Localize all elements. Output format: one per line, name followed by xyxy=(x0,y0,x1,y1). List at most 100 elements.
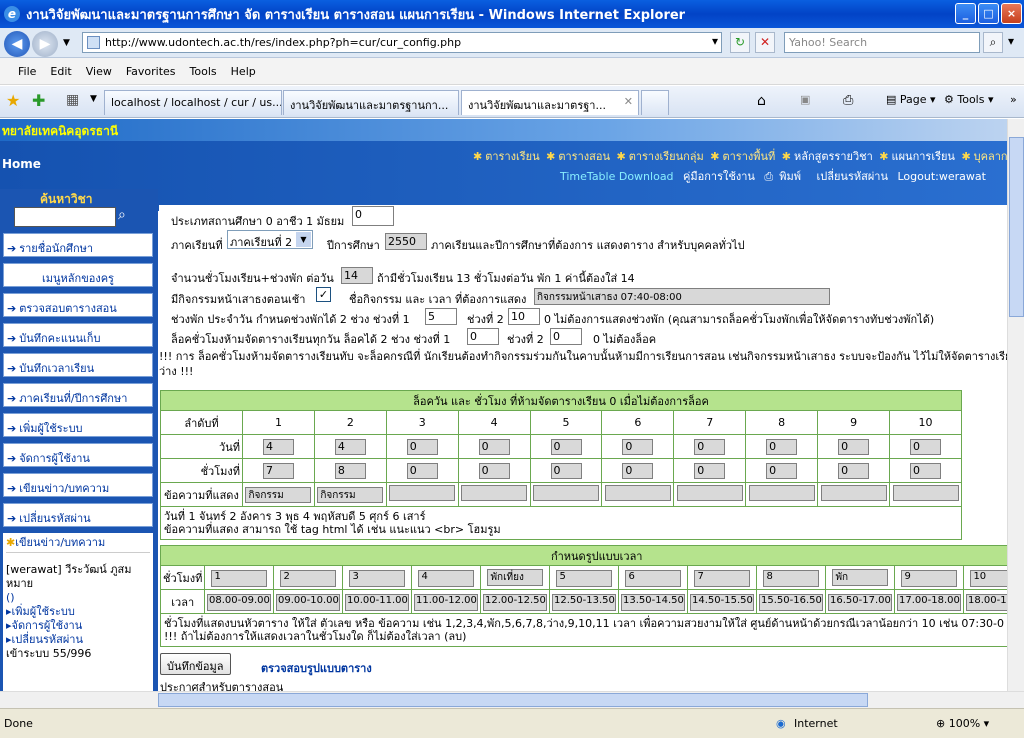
schedule-hour-input[interactable]: 5 xyxy=(556,569,613,587)
manual-link[interactable]: คู่มือการใช้งาน xyxy=(683,170,755,183)
schedule-hour-input[interactable]: 1 xyxy=(211,569,268,587)
sidebar-item-semester[interactable]: ➔ ภาคเรียนที่/ปีการศึกษา xyxy=(3,383,153,407)
print-link[interactable]: ⎙ พิมพ์ xyxy=(764,170,807,183)
break1-input[interactable]: 5 xyxy=(425,308,457,325)
address-field[interactable]: http://www.udontech.ac.th/res/index.php?… xyxy=(82,32,722,53)
schedule-time-input[interactable]: 10.00-11.00 xyxy=(345,593,410,611)
page-menu[interactable]: ▤ Page ▾ xyxy=(886,93,936,106)
schedule-time-input[interactable]: 12.00-12.50 xyxy=(483,593,548,611)
schedule-time-input[interactable]: 15.50-16.50 xyxy=(759,593,824,611)
sidebar-item-change-password[interactable]: ➔ เปลี่ยนรหัสผ่าน xyxy=(3,503,153,527)
schedule-time-input[interactable]: 17.00-18.00 xyxy=(897,593,962,611)
forward-button[interactable]: ▶ xyxy=(32,31,58,57)
schedule-hour-input[interactable]: 10 xyxy=(970,569,1007,587)
lock-day-input[interactable]: 0 xyxy=(838,438,870,455)
lock-day-input[interactable]: 4 xyxy=(262,438,294,455)
timetable-download-link[interactable]: TimeTable Download xyxy=(560,170,674,183)
schedule-time-input[interactable]: 08.00-09.00 xyxy=(207,593,272,611)
search-options-icon[interactable]: ▾ xyxy=(1003,32,1019,53)
lock-msg-input[interactable] xyxy=(604,485,671,501)
quick-tabs-icon[interactable]: ▦ xyxy=(66,92,79,108)
break2-input[interactable]: 10 xyxy=(508,308,540,325)
refresh-icon[interactable]: ↻ xyxy=(730,32,750,53)
lock-hour-input[interactable]: 7 xyxy=(262,462,294,479)
sidebar-item-students[interactable]: ➔ รายชื่อนักศึกษา xyxy=(3,233,153,257)
vertical-scrollbar[interactable] xyxy=(1007,119,1024,691)
topmenu-curriculum[interactable]: ✱ หลักสูตรรายวิชา xyxy=(782,150,873,163)
check-format-link[interactable]: ตรวจสอบรูปแบบตาราง xyxy=(261,659,372,677)
menu-tools[interactable]: Tools xyxy=(190,65,217,78)
lock-msg-input[interactable] xyxy=(820,485,887,501)
maximize-button[interactable]: □ xyxy=(978,3,999,24)
lock-msg-input[interactable] xyxy=(461,485,528,501)
home-icon[interactable]: ⌂ xyxy=(757,93,766,109)
schedule-hour-input[interactable]: 4 xyxy=(418,569,475,587)
feeds-icon[interactable]: ▣ xyxy=(800,93,810,106)
lock-msg-input[interactable]: กิจกรรม xyxy=(317,486,384,503)
lock-hour-input[interactable]: 0 xyxy=(478,462,510,479)
print-icon[interactable]: ⎙ xyxy=(843,93,853,108)
sidebar-item-check-schedule[interactable]: ➔ ตรวจสอบตารางสอน xyxy=(3,293,153,317)
schedule-hour-input[interactable]: 7 xyxy=(694,569,751,587)
schedule-hour-input[interactable]: พัก xyxy=(832,569,889,586)
schedule-time-input[interactable]: 14.50-15.50 xyxy=(690,593,755,611)
schedule-time-input[interactable]: 11.00-12.00 xyxy=(414,593,479,611)
scroll-thumb[interactable] xyxy=(1009,137,1024,317)
year-input[interactable]: 2550 xyxy=(385,233,427,250)
menu-view[interactable]: View xyxy=(86,65,112,78)
toolbar-more-icon[interactable]: » xyxy=(1010,93,1017,106)
lock-hour-input[interactable]: 8 xyxy=(334,462,366,479)
menu-file[interactable]: File xyxy=(18,65,36,78)
topmenu-timetable[interactable]: ✱ ตารางเรียน xyxy=(473,150,540,163)
address-dropdown-icon[interactable]: ▾ xyxy=(705,32,725,53)
semester-select[interactable]: ภาคเรียนที่ 2 ▼ xyxy=(227,230,313,249)
tab-list-icon[interactable]: ▼ xyxy=(90,94,97,104)
save-button[interactable]: บันทึกข้อมูล xyxy=(160,653,231,675)
favorites-star-icon[interactable]: ★ xyxy=(6,91,20,110)
lock-day-input[interactable]: 0 xyxy=(622,438,654,455)
history-dropdown-icon[interactable]: ▼ xyxy=(63,38,70,48)
lock1-input[interactable]: 0 xyxy=(467,328,499,345)
horizontal-scrollbar[interactable] xyxy=(0,691,1024,708)
schedule-time-input[interactable]: 09.00-10.00 xyxy=(276,593,341,611)
schedule-hour-input[interactable]: 6 xyxy=(625,569,682,587)
change-password-link[interactable]: เปลี่ยนรหัสผ่าน xyxy=(817,170,888,183)
menu-favorites[interactable]: Favorites xyxy=(126,65,176,78)
logout-link[interactable]: Logout:werawat xyxy=(897,170,985,183)
schedule-hour-input[interactable]: 3 xyxy=(349,569,406,587)
lock-day-input[interactable]: 0 xyxy=(406,438,438,455)
schedule-hour-input[interactable]: 8 xyxy=(763,569,820,587)
box-link-change-password[interactable]: ▸เปลี่ยนรหัสผ่าน xyxy=(6,633,150,647)
lock-msg-input[interactable] xyxy=(533,485,599,501)
news-heading[interactable]: ✱เขียนข่าว/บทความ xyxy=(6,536,150,553)
menu-edit[interactable]: Edit xyxy=(50,65,71,78)
add-favorite-icon[interactable]: ✚ xyxy=(32,91,45,110)
tab-localhost[interactable]: localhost / localhost / cur / us... xyxy=(104,90,282,115)
lock-hour-input[interactable]: 0 xyxy=(622,462,654,479)
schedule-hour-input[interactable]: 2 xyxy=(280,569,337,587)
lock-hour-input[interactable]: 0 xyxy=(838,462,870,479)
sidebar-search-icon[interactable]: ⌕ xyxy=(118,207,126,223)
zoom-control[interactable]: ⊕ 100% ▾ xyxy=(936,717,989,730)
sidebar-item-scores[interactable]: ➔ บันทึกคะแนนเก็บ xyxy=(3,323,153,347)
lock2-input[interactable]: 0 xyxy=(550,328,582,345)
lock-day-input[interactable]: 4 xyxy=(334,438,366,455)
topmenu-area[interactable]: ✱ ตารางพื้นที่ xyxy=(710,150,775,163)
topmenu-plan[interactable]: ✱ แผนการเรียน xyxy=(879,150,955,163)
search-input[interactable]: Yahoo! Search xyxy=(784,32,980,53)
topmenu-staff[interactable]: ✱บุคลากร ✱ xyxy=(961,150,1007,163)
back-button[interactable]: ◀ xyxy=(4,31,30,57)
search-icon[interactable]: ⌕ xyxy=(983,32,1003,53)
close-button[interactable]: × xyxy=(1001,3,1022,24)
schedule-time-input[interactable]: 16.50-17.00 xyxy=(828,593,893,611)
lock-day-input[interactable]: 0 xyxy=(766,438,798,455)
menu-help[interactable]: Help xyxy=(231,65,256,78)
lock-msg-input[interactable] xyxy=(389,485,456,501)
topmenu-group[interactable]: ✱ ตารางเรียนกลุ่ม xyxy=(616,150,703,163)
lock-msg-input[interactable] xyxy=(748,485,815,501)
sidebar-item-manage-users[interactable]: ➔ จัดการผู้ใช้งาน xyxy=(3,443,153,467)
lock-msg-input[interactable]: กิจกรรม xyxy=(245,486,312,503)
lock-hour-input[interactable]: 0 xyxy=(910,462,941,479)
lock-day-input[interactable]: 0 xyxy=(910,438,941,455)
topmenu-teaching[interactable]: ✱ ตารางสอน xyxy=(546,150,610,163)
